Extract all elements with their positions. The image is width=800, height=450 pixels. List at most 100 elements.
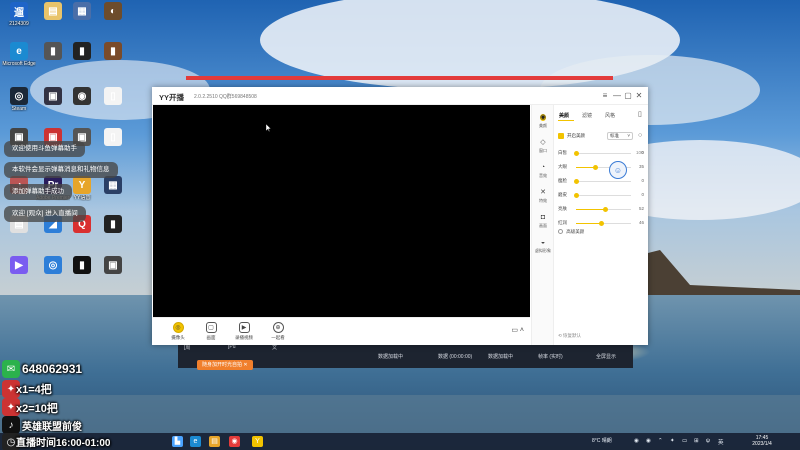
- live-preview-area[interactable]: [153, 105, 530, 317]
- taskbar-app-icon[interactable]: ▤: [209, 436, 220, 447]
- weather-widget[interactable]: 8°C 晴朗: [592, 437, 612, 444]
- camera-toggle-icon[interactable]: ▭ ˄: [511, 326, 524, 334]
- desktop-icon[interactable]: ▮: [96, 215, 130, 249]
- overlay-message-2: 本软件会显示弹幕消息和礼物信息: [4, 162, 118, 178]
- qq-number: 648062931: [22, 362, 83, 376]
- desktop-icon[interactable]: 遛 2124309: [2, 2, 36, 36]
- face-compare-button[interactable]: ☺: [609, 161, 627, 179]
- side-nav-avatar[interactable]: ◒ 虚拟形象: [532, 238, 554, 254]
- desktop-icon[interactable]: ▦: [96, 176, 130, 210]
- beauty-checkbox[interactable]: [558, 133, 564, 139]
- tab-filter[interactable]: 滤镜: [582, 112, 592, 119]
- menu-icon[interactable]: ≡: [600, 91, 610, 101]
- slider-fill: [576, 209, 605, 210]
- desktop-icon[interactable]: ◎ Steam: [2, 87, 36, 121]
- slider-value: 0: [641, 192, 644, 197]
- tab-beauty[interactable]: 美颜: [559, 112, 569, 119]
- slider-track[interactable]: [574, 179, 631, 184]
- side-nav-window[interactable]: ◇ 窗口: [532, 138, 554, 154]
- side-nav-picture-label: 画面: [539, 223, 547, 228]
- beauty-slider[interactable]: 大眼 35: [558, 163, 644, 173]
- desktop-icon[interactable]: ▦: [65, 2, 99, 36]
- desktop-icon[interactable]: ▮: [65, 42, 99, 76]
- rate-line-2: x2=10把: [16, 403, 58, 415]
- taskbar-app-icon[interactable]: Y: [252, 436, 263, 447]
- tray-icon[interactable]: ▭: [682, 438, 687, 444]
- tray-icon[interactable]: 英: [718, 438, 724, 446]
- slider-value: 0: [641, 150, 644, 155]
- side-nav-audio[interactable]: ◔ 音效: [532, 163, 554, 179]
- beauty-slider[interactable]: 亮肤 52: [558, 205, 644, 215]
- preset-settings-icon[interactable]: ○: [638, 132, 642, 139]
- slider-track[interactable]: [576, 221, 631, 226]
- desktop-icon[interactable]: ▯: [96, 87, 130, 121]
- taskbar-clock[interactable]: 17:45 2023/1/4: [748, 435, 776, 447]
- video-tool[interactable]: ▶ 录播视频: [231, 322, 257, 341]
- tray-icon[interactable]: ◉: [634, 438, 639, 444]
- background-window-text: 帧率 (实时): [538, 354, 563, 360]
- side-nav-beauty[interactable]: ◉ 美颜: [532, 113, 554, 129]
- advanced-beauty-radio[interactable]: [558, 229, 563, 235]
- tray-icon[interactable]: ⌃: [658, 438, 663, 444]
- advanced-beauty-option[interactable]: 高级美颜: [558, 229, 584, 235]
- beauty-slider[interactable]: 红润 46: [558, 219, 644, 229]
- desktop-app-icon: ◎: [10, 87, 28, 105]
- tray-icon[interactable]: ◉: [646, 438, 651, 444]
- beauty-preset-select[interactable]: 标准 ˅: [607, 132, 633, 140]
- beauty-slider[interactable]: 磨皮 0: [558, 191, 644, 201]
- desktop-app-icon: Y: [73, 176, 91, 194]
- video-tool-label: 录播视频: [235, 335, 253, 340]
- promo-notification[interactable]: 随身加开时光自拍 ✕: [197, 360, 253, 370]
- beauty-slider[interactable]: 瘦脸 0: [558, 177, 644, 187]
- clock-date: 2023/1/4: [752, 441, 772, 447]
- slider-knob[interactable]: [574, 193, 579, 198]
- camera-icon: ◎: [172, 322, 184, 333]
- desktop-app-icon: ▯: [104, 87, 122, 105]
- desktop-app-icon: e: [10, 42, 28, 60]
- desktop-icon[interactable]: ▯: [96, 128, 130, 162]
- advanced-beauty-label: 高级美颜: [566, 229, 585, 234]
- restore-default-button[interactable]: ⟲ 恢复默认: [558, 333, 581, 339]
- desktop-app-icon: ▯: [104, 128, 122, 146]
- desktop-icon[interactable]: ◉: [65, 87, 99, 121]
- desktop-icon[interactable]: ▮: [65, 256, 99, 290]
- desktop-icon[interactable]: ▶: [2, 256, 36, 290]
- minimize-icon[interactable]: —: [612, 91, 622, 101]
- audio-icon: ◔: [540, 164, 546, 171]
- slider-track[interactable]: [574, 193, 631, 198]
- tab-style[interactable]: 风格: [605, 112, 615, 119]
- wechat-icon: ✉: [2, 360, 20, 378]
- tray-icon[interactable]: ✦: [670, 438, 675, 444]
- tray-icon[interactable]: ψ: [706, 438, 710, 444]
- desktop-icon[interactable]: ◐: [96, 2, 130, 36]
- slider-knob[interactable]: [602, 207, 608, 212]
- screen-tool-label: 画面: [206, 335, 216, 340]
- slider-knob[interactable]: [574, 179, 579, 184]
- close-icon[interactable]: ✕: [634, 91, 644, 101]
- taskbar-app-icon[interactable]: e: [190, 436, 201, 447]
- desktop-app-icon: ▮: [73, 42, 91, 60]
- side-nav-picture[interactable]: ◘ 画面: [532, 213, 554, 229]
- desktop-icon[interactable]: ▮: [96, 42, 130, 76]
- desktop-icon[interactable]: e Microsoft Edge: [2, 42, 36, 76]
- taskbar-app-icon[interactable]: ◉: [229, 436, 240, 447]
- taskbar-app-icon[interactable]: ▙: [172, 436, 183, 447]
- yy-titlebar[interactable]: YY开播 2.0.2.2510 QQ群569848508 ≡ — ▢ ✕: [152, 87, 648, 105]
- desktop-icon[interactable]: ▣: [96, 256, 130, 290]
- slider-track[interactable]: [574, 151, 631, 156]
- yy-live-window[interactable]: YY开播 2.0.2.2510 QQ群569848508 ≡ — ▢ ✕ ◎ 摄…: [152, 87, 648, 345]
- side-nav-effects[interactable]: ✕ 特效: [532, 188, 554, 204]
- watch-together-tool[interactable]: ⊕ 一起看: [265, 322, 291, 341]
- camera-tool[interactable]: ◎ 摄像头: [165, 322, 191, 341]
- beauty-slider[interactable]: 白皙 0: [558, 149, 644, 159]
- tray-icon[interactable]: ⊞: [694, 438, 699, 444]
- slider-knob[interactable]: [574, 151, 579, 156]
- panel-layout-icon[interactable]: ▯: [638, 110, 642, 118]
- maximize-icon[interactable]: ▢: [623, 91, 633, 101]
- screen-tool[interactable]: ▢ 画面: [198, 322, 224, 341]
- video-icon: ▶: [238, 322, 250, 333]
- slider-track[interactable]: [576, 207, 631, 212]
- slider-knob[interactable]: [593, 165, 599, 170]
- slider-knob[interactable]: [599, 221, 605, 226]
- background-window-text: 数据加载中: [488, 354, 514, 360]
